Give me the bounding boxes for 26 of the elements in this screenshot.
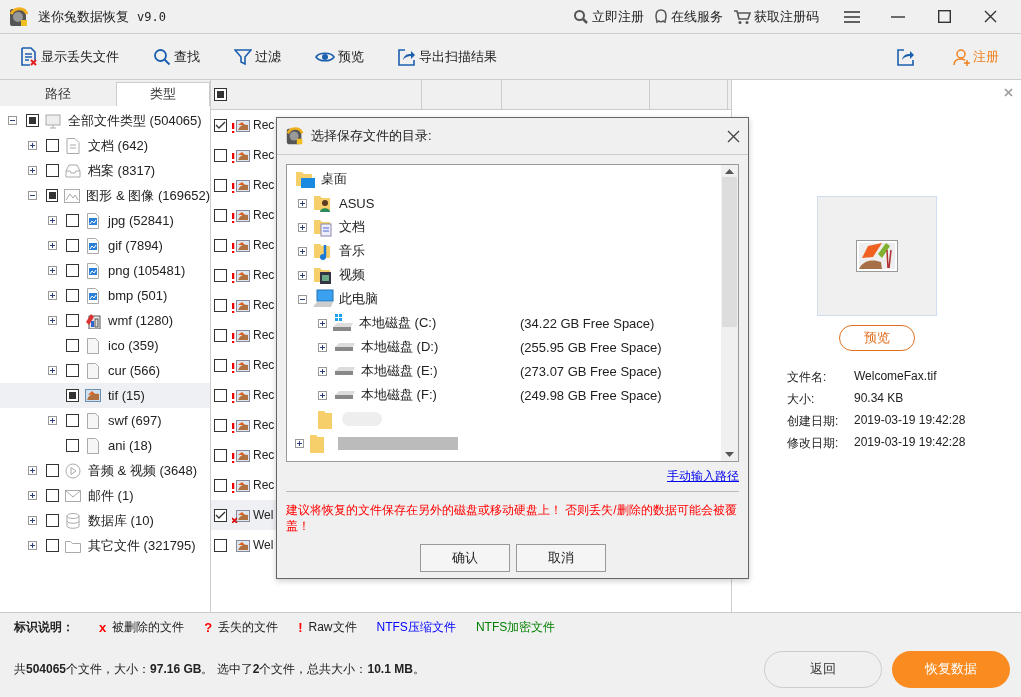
legend-marker: x [99,619,107,635]
free-space-label: (249.98 GB Free Space) [520,387,662,403]
legend-title: 标识说明： [14,618,74,636]
free-space-label: (34.22 GB Free Space) [520,315,655,331]
app-title: 迷你兔数据恢复 [38,7,129,26]
status-text: 共504065个文件，大小：97.16 GB。 选中了2个文件，总共大小：10.1 MB。 [14,660,426,678]
info-value: 2019-03-19 19:42:28 [854,435,966,451]
legend-label: NTFS压缩文件 [376,618,456,636]
info-value: 90.34 KB [854,391,905,407]
warning-text: 建议将恢复的文件保存在另外的磁盘或移动硬盘上！ 否则丢失/删除的数据可能会被覆盖！ [285,502,738,534]
dialog-title: 选择保存文件的目录: [311,127,433,145]
free-space-label: (255.95 GB Free Space) [520,339,662,355]
info-value: WelcomeFax.tif [854,369,938,385]
info-label: 创建日期: [787,413,840,430]
info-label: 修改日期: [787,435,840,452]
legend-marker: ? [204,619,213,635]
version-label: v9.0 [137,9,166,24]
info-value: 2019-03-19 19:42:28 [854,413,966,429]
legend-label: NTFS加密文件 [475,618,556,636]
legend-label: 被删除的文件 [112,618,185,636]
legend-label: 丢失的文件 [218,618,279,636]
legend-label: Raw文件 [308,618,357,636]
info-label: 文件名: [787,369,828,386]
free-space-label: (273.07 GB Free Space) [520,363,662,379]
legend-marker: ! [298,619,303,635]
info-label: 大小: [787,391,816,408]
